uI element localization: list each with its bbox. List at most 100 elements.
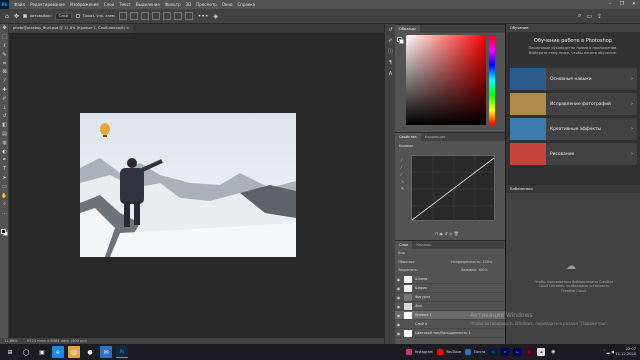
layer-row[interactable]: ◉ Цветовой тон/Насыщенность 1 [395,329,505,338]
libraries-panel-tab[interactable]: Библиотеки [506,185,640,193]
layer-row[interactable]: ◉ Шляпа [395,275,505,284]
learn-card[interactable]: Основные навыки › [510,68,637,90]
zoom-level[interactable]: 11,88% [4,339,18,343]
brush-tool-button[interactable]: ✐ [0,94,9,103]
gradient-tool-button[interactable]: ▤ [0,130,9,139]
layer-row[interactable]: ◉ Фон [395,302,505,311]
eye-icon[interactable]: ◉ [395,277,402,282]
shape-tool-button[interactable]: ▭ [0,182,9,191]
close-button[interactable]: ✕ [628,0,640,9]
frame-tool-button[interactable]: ⊠ [0,68,9,77]
align-right-icon[interactable] [140,12,149,20]
view-previous-icon[interactable]: ◉ [439,231,443,236]
sample-white-icon[interactable]: ⁄ [401,171,407,178]
eraser-tool-button[interactable]: ◧ [0,121,9,130]
background-swatch[interactable] [399,39,404,44]
more-options-icon[interactable]: ••• [198,13,209,20]
curves-graph[interactable] [411,155,496,222]
eye-icon[interactable]: ◉ [395,304,402,309]
learn-panel-tab[interactable]: Обучение [506,24,640,32]
menu-item-layers[interactable]: Слои [104,2,114,7]
share-icon[interactable]: ⇪ [597,13,602,20]
app-pin-icon[interactable]: ◆ [537,348,546,356]
document-tab[interactable]: photo@pixabay_final.psd @ 11,8% (Кривые … [9,24,134,33]
distribute-icon[interactable] [184,12,193,20]
premiere-pin-icon[interactable]: Pr [501,348,510,356]
instagram-icon[interactable] [406,349,412,355]
quick-select-tool-button[interactable]: ✎ [0,50,9,59]
color-picker-field[interactable] [406,35,486,125]
delete-icon[interactable]: 🗑 [454,231,459,236]
task-view-icon[interactable]: ▣ [36,346,48,358]
app-pin-icon-2[interactable]: ◉ [549,348,558,356]
blur-tool-button[interactable]: ◍ [0,138,9,147]
photoshop-pin-icon[interactable]: Ps [489,348,498,356]
menu-item-type[interactable]: Текст [119,2,131,7]
start-icon[interactable]: ⊞ [4,346,16,358]
3d-mode-icon[interactable]: ◈ [213,13,218,20]
menu-item-window[interactable]: Окно [222,2,233,7]
menu-item-3d[interactable]: 3D [186,2,192,7]
menu-item-filter[interactable]: Фильтр [165,2,181,7]
eye-icon[interactable]: ◉ [395,295,402,300]
draw-curve-icon[interactable]: ✎ [401,185,407,192]
learn-card[interactable]: Креативные эффекты › [510,118,637,140]
search-taskbar-icon[interactable]: ◯ [20,346,32,358]
clone-stamp-tool-button[interactable]: ⊥ [0,103,9,112]
indesign-pin-icon[interactable]: Id [525,348,534,356]
tab-swatches[interactable]: Образцы [395,25,420,33]
volume-icon[interactable]: ◀ [611,349,614,354]
network-icon[interactable]: ▂ [607,349,610,354]
mail-pin-icon[interactable] [464,349,471,355]
eyedropper-tool-button[interactable]: ⁄ [0,77,9,86]
eye-icon[interactable]: ◉ [395,322,402,327]
taskbar-youtube[interactable]: YouTube [446,350,461,354]
align-left-icon[interactable] [118,12,127,20]
move-tool-icon[interactable]: ✥ [14,13,19,20]
healing-brush-tool-button[interactable]: ✚ [0,86,9,95]
history-brush-tool-button[interactable]: ↺ [0,112,9,121]
reset-icon[interactable]: ↺ [444,231,447,236]
taskbar-clock[interactable]: 22:07 11.12.2020 [615,347,636,357]
hue-slider[interactable] [489,35,495,125]
foreground-color-swatch[interactable] [1,229,6,234]
autoselect-checkbox[interactable] [22,14,27,18]
learn-card[interactable]: Исправление фотографий › [510,93,637,115]
hand-tool-button[interactable]: ✋ [0,191,9,200]
fill-value[interactable]: 100% [478,268,488,272]
menu-item-image[interactable]: Изображение [70,2,99,7]
layer-row[interactable]: ◉ Фигурка [395,293,505,302]
show-controls-checkbox[interactable] [75,14,80,18]
maximize-button[interactable]: ❐ [616,0,628,9]
after-effects-pin-icon[interactable]: Ae [513,348,522,356]
file-explorer-icon[interactable]: ▥ [68,346,80,358]
marquee-tool-button[interactable]: ⬚ [0,33,9,42]
more-tools-button[interactable]: … [0,209,9,218]
tray-chevron-icon[interactable]: ˄ [603,349,605,354]
type-tool-button[interactable]: T [0,165,9,174]
clip-icon[interactable]: ⊓ [435,231,438,236]
zoom-tool-button[interactable]: ⌕ [0,200,9,209]
align-bottom-icon[interactable] [173,12,182,20]
close-tab-icon[interactable]: × [126,26,129,30]
dodge-tool-button[interactable]: ◐ [0,147,9,156]
visibility-icon[interactable]: ◎ [449,231,453,236]
lasso-tool-button[interactable]: ℓ [0,42,9,51]
taskbar-mail[interactable]: Почта [474,350,485,354]
chrome-icon[interactable]: ● [84,346,96,358]
tab-properties[interactable]: Свойства [395,133,421,141]
fill-control[interactable]: Заливка: 100% [461,268,488,272]
menu-item-file[interactable]: Файл [14,2,25,7]
opacity-control[interactable]: Непрозрачность: 100% [451,260,492,264]
minimize-button[interactable]: – [604,0,616,9]
menu-item-view[interactable]: Просмотр [196,2,217,7]
blend-mode-select[interactable]: Обычные [398,260,414,264]
align-middle-icon[interactable] [162,12,171,20]
canvas-image[interactable] [80,113,296,257]
menu-item-help[interactable]: Справка [237,2,255,7]
pen-tool-button[interactable]: ✒ [0,156,9,165]
move-tool-button[interactable]: ✥ [0,24,9,33]
align-top-icon[interactable] [151,12,160,20]
layer-filter[interactable]: Вид [398,251,405,255]
tab-channels[interactable]: Каналы [412,241,434,249]
